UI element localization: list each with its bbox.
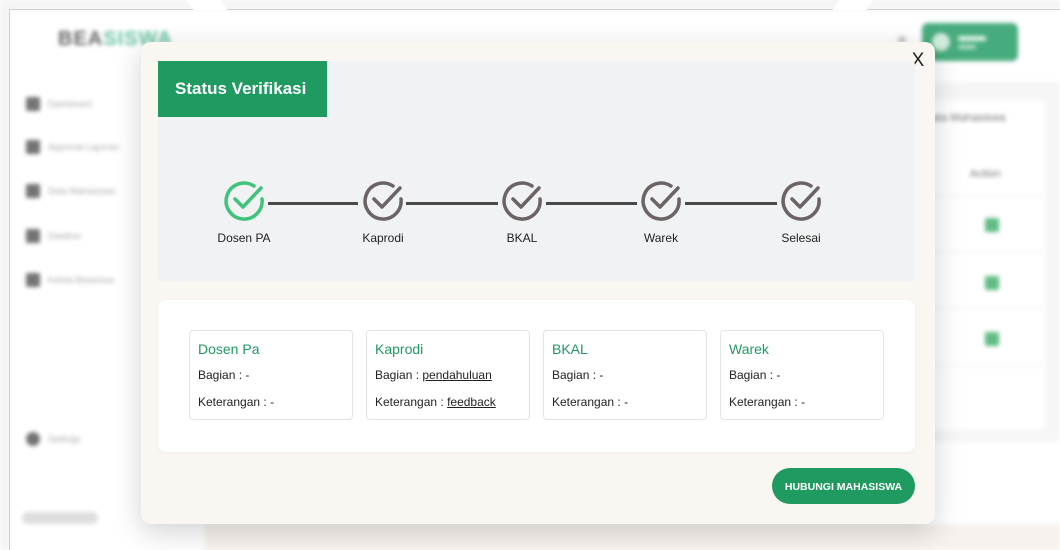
- step-label: Kaprodi: [362, 231, 404, 245]
- detail-card-kaprodi: Kaprodi Bagian : pendahuluan Keterangan …: [366, 330, 530, 420]
- step-dosen-pa: Dosen PA: [204, 177, 284, 245]
- keterangan-value: -: [624, 395, 629, 409]
- bagian-row: Bagian : pendahuluan: [375, 368, 492, 382]
- keterangan-value: -: [801, 395, 806, 409]
- check-circle-icon: [363, 181, 403, 221]
- keterangan-value: -: [270, 395, 275, 409]
- bagian-value: -: [599, 368, 604, 382]
- step-label: Dosen PA: [217, 231, 271, 245]
- check-circle-icon: [641, 181, 681, 221]
- check-circle-icon: [781, 181, 821, 221]
- bagian-value: -: [245, 368, 250, 382]
- keterangan-row: Keterangan : -: [729, 395, 806, 409]
- hubungi-mahasiswa-button[interactable]: HUBUNGI MAHASISWA: [772, 468, 915, 504]
- step-label: BKAL: [506, 231, 538, 245]
- verification-stepper: Status Verifikasi Dosen PA Kaprodi BKAL: [158, 61, 915, 281]
- check-circle-icon: [502, 181, 542, 221]
- detail-card-title: BKAL: [552, 341, 588, 357]
- bagian-value: -: [776, 368, 781, 382]
- step-label: Selesai: [781, 231, 821, 245]
- step-bkal: BKAL: [482, 177, 562, 245]
- step-warek: Warek: [621, 177, 701, 245]
- keterangan-row: Keterangan : -: [552, 395, 629, 409]
- check-circle-icon: [224, 181, 264, 221]
- keterangan-row: Keterangan : -: [198, 395, 275, 409]
- keterangan-link[interactable]: feedback: [447, 395, 496, 409]
- keterangan-row: Keterangan : feedback: [375, 395, 496, 409]
- step-label: Warek: [643, 231, 679, 245]
- detail-card-title: Dosen Pa: [198, 341, 260, 357]
- verification-details: Dosen Pa Bagian : - Keterangan : - Kapro…: [158, 300, 915, 452]
- bagian-row: Bagian : -: [552, 368, 604, 382]
- detail-card-dosen-pa: Dosen Pa Bagian : - Keterangan : -: [189, 330, 353, 420]
- bagian-row: Bagian : -: [729, 368, 781, 382]
- detail-card-title: Warek: [729, 341, 769, 357]
- step-kaprodi: Kaprodi: [343, 177, 423, 245]
- detail-card-title: Kaprodi: [375, 341, 424, 357]
- bagian-link[interactable]: pendahuluan: [422, 368, 491, 382]
- detail-card-bkal: BKAL Bagian : - Keterangan : -: [543, 330, 707, 420]
- bagian-row: Bagian : -: [198, 368, 250, 382]
- status-verifikasi-modal: X Status Verifikasi Dosen PA Kaprodi BKA…: [141, 42, 935, 524]
- detail-card-warek: Warek Bagian : - Keterangan : -: [720, 330, 884, 420]
- step-selesai: Selesai: [761, 177, 841, 245]
- modal-title: Status Verifikasi: [158, 61, 327, 117]
